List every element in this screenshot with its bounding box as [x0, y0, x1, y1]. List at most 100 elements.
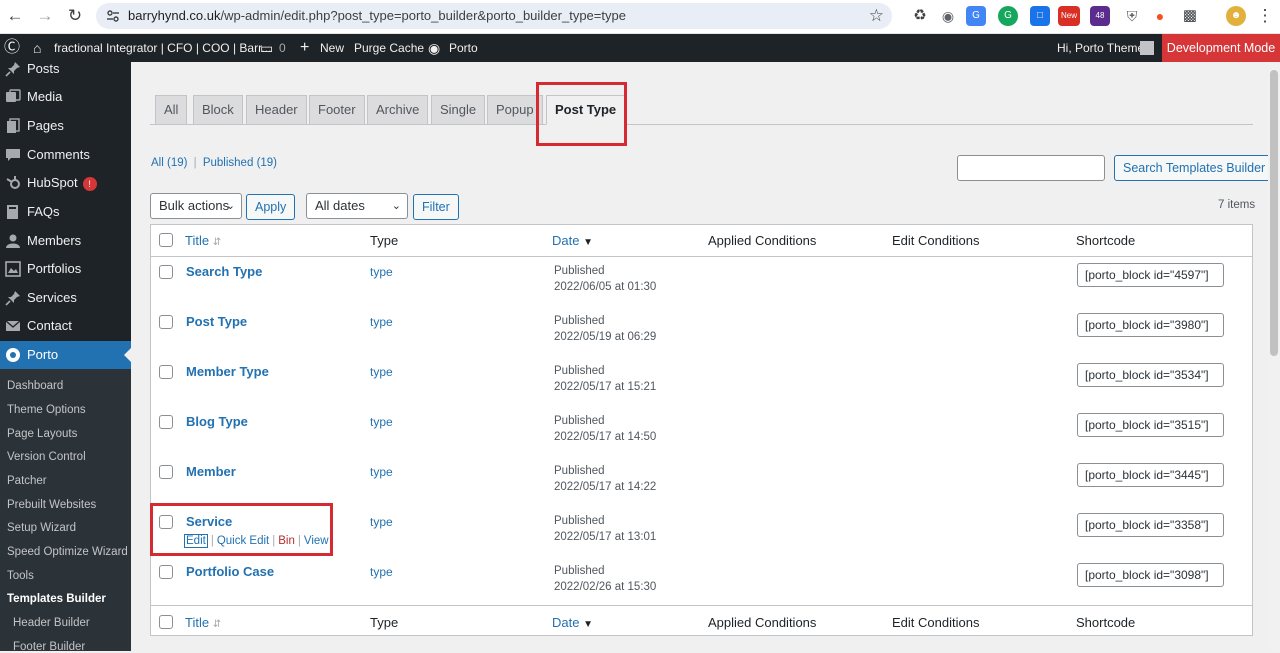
shortcode-field[interactable]: [porto_block id="3358"] [1077, 513, 1224, 537]
row-checkbox[interactable] [159, 415, 173, 429]
shield-extension-icon[interactable]: ⛨ [1122, 6, 1142, 26]
row-type-link[interactable]: type [370, 515, 393, 529]
tab-footer[interactable]: Footer [309, 95, 365, 125]
tab-popup[interactable]: Popup [487, 95, 543, 125]
shortcode-field[interactable]: [porto_block id="3980"] [1077, 313, 1224, 337]
filter-button[interactable]: Filter [413, 194, 459, 220]
admin-sidebar: Posts Media Pages Comments HubSpot! FAQs… [0, 61, 131, 653]
row-type-link[interactable]: type [370, 465, 393, 479]
tab-single[interactable]: Single [431, 95, 486, 125]
page-scrollbar[interactable] [1268, 62, 1280, 651]
sidebar-item-posts[interactable]: Posts [0, 55, 131, 83]
translate-extension-icon[interactable]: G [966, 6, 986, 26]
column-date-footer[interactable]: Date ▼ [552, 615, 593, 630]
row-type-link[interactable]: type [370, 315, 393, 329]
select-all-checkbox-footer[interactable] [159, 615, 173, 629]
row-type-link[interactable]: type [370, 365, 393, 379]
sidebar-item-porto[interactable]: Porto [0, 341, 131, 369]
row-title-link[interactable]: Search Type [186, 264, 262, 279]
tab-header[interactable]: Header [246, 95, 307, 125]
browser-menu-icon[interactable]: ⋮ [1254, 5, 1276, 27]
sidebar-item-comments[interactable]: Comments [0, 141, 131, 169]
address-bar[interactable]: barryhynd.co.uk/wp-admin/edit.php?post_t… [96, 3, 892, 29]
tab-all[interactable]: All [155, 95, 188, 125]
new-content-link[interactable]: New [320, 34, 344, 62]
orange-extension-icon[interactable]: ● [1150, 6, 1170, 26]
apply-button[interactable]: Apply [246, 194, 296, 220]
tab-block[interactable]: Block [193, 95, 243, 125]
counter-extension-icon[interactable]: 48 [1090, 6, 1110, 26]
shortcode-field[interactable]: [porto_block id="3515"] [1077, 413, 1224, 437]
submenu-dashboard[interactable]: Dashboard [7, 380, 63, 392]
puzzle-extensions-icon[interactable]: ▩ [1180, 6, 1200, 26]
dates-select[interactable]: All dates ⌄ [306, 193, 408, 219]
column-title-footer[interactable]: Title ⇵ [185, 615, 221, 630]
reload-icon[interactable]: ↻ [64, 5, 86, 27]
purge-cache-link[interactable]: Purge Cache [354, 34, 424, 62]
tab-archive[interactable]: Archive [367, 95, 429, 125]
sidebar-item-portfolios[interactable]: Portfolios [0, 255, 131, 283]
search-templates-button[interactable]: Search Templates Builder [1114, 155, 1275, 181]
scrollbar-thumb[interactable] [1270, 70, 1278, 356]
site-info-icon[interactable] [106, 9, 120, 23]
profile-avatar-icon[interactable]: ☻ [1226, 6, 1246, 26]
submenu-setup-wizard[interactable]: Setup Wizard [7, 522, 76, 534]
comment-bubble-icon[interactable]: ▭ [260, 34, 273, 62]
submenu-version-control[interactable]: Version Control [7, 451, 86, 463]
row-title-link[interactable]: Portfolio Case [186, 564, 274, 579]
column-date-header[interactable]: Date ▼ [552, 233, 593, 248]
row-type-link[interactable]: type [370, 415, 393, 429]
bulk-actions-select[interactable]: Bulk actions ⌄ [150, 193, 242, 219]
row-checkbox[interactable] [159, 565, 173, 579]
row-checkbox[interactable] [159, 265, 173, 279]
search-input[interactable] [957, 155, 1105, 181]
submenu-tools[interactable]: Tools [7, 570, 34, 582]
sidebar-item-pages[interactable]: Pages [0, 112, 131, 140]
row-title-link[interactable]: Member Type [186, 364, 269, 379]
shortcode-field[interactable]: [porto_block id="3098"] [1077, 563, 1224, 587]
sidebar-item-media[interactable]: Media [0, 83, 131, 111]
shortcode-field[interactable]: [porto_block id="3445"] [1077, 463, 1224, 487]
submenu-patcher[interactable]: Patcher [7, 475, 47, 487]
new-extension-icon[interactable]: New [1058, 6, 1080, 26]
submenu-speed-optimize-wizard[interactable]: Speed Optimize Wizard [7, 546, 128, 558]
sidebar-item-services[interactable]: Services [0, 284, 131, 312]
porto-link[interactable]: Porto [449, 34, 478, 62]
row-title-link[interactable]: Member [186, 464, 236, 479]
sidebar-item-faqs[interactable]: FAQs [0, 198, 131, 226]
camera-extension-icon[interactable]: ◉ [938, 6, 958, 26]
submenu-header-builder[interactable]: Header Builder [13, 617, 90, 629]
forward-arrow-icon[interactable]: → [34, 5, 56, 27]
submenu-prebuilt-websites[interactable]: Prebuilt Websites [7, 499, 96, 511]
bookmark-star-icon[interactable]: ☆ [869, 6, 884, 26]
row-checkbox[interactable] [159, 365, 173, 379]
select-all-checkbox[interactable] [159, 233, 173, 247]
submenu-theme-options[interactable]: Theme Options [7, 404, 86, 416]
row-checkbox[interactable] [159, 465, 173, 479]
row-type-link[interactable]: type [370, 565, 393, 579]
sidebar-item-hubspot[interactable]: HubSpot! [0, 169, 131, 197]
row-type-link[interactable]: type [370, 265, 393, 279]
row-checkbox[interactable] [159, 315, 173, 329]
plus-icon[interactable]: + [300, 34, 309, 62]
row-title-link[interactable]: Post Type [186, 314, 247, 329]
comments-count[interactable]: 0 [279, 34, 286, 62]
greeting-text[interactable]: Hi, Porto Theme [1057, 34, 1144, 62]
submenu-page-layouts[interactable]: Page Layouts [7, 428, 77, 440]
submenu-footer-builder[interactable]: Footer Builder [13, 641, 85, 653]
development-mode-badge[interactable]: Development Mode [1162, 34, 1280, 62]
back-arrow-icon[interactable]: ← [4, 5, 26, 27]
grammarly-extension-icon[interactable]: G [998, 6, 1018, 26]
user-avatar[interactable] [1140, 41, 1154, 55]
filter-published-link[interactable]: Published (19) [203, 157, 277, 169]
submenu-templates-builder[interactable]: Templates Builder [7, 593, 106, 605]
sidebar-item-members[interactable]: Members [0, 227, 131, 255]
filter-all-link[interactable]: All (19) [151, 157, 187, 169]
row-title-link[interactable]: Blog Type [186, 414, 248, 429]
shortcode-field[interactable]: [porto_block id="4597"] [1077, 263, 1224, 287]
recycle-extension-icon[interactable]: ♻ [910, 6, 930, 26]
shortcode-field[interactable]: [porto_block id="3534"] [1077, 363, 1224, 387]
docs-extension-icon[interactable]: □ [1030, 6, 1050, 26]
column-title-header[interactable]: Title ⇵ [185, 233, 221, 248]
sidebar-item-contact[interactable]: Contact [0, 312, 131, 340]
